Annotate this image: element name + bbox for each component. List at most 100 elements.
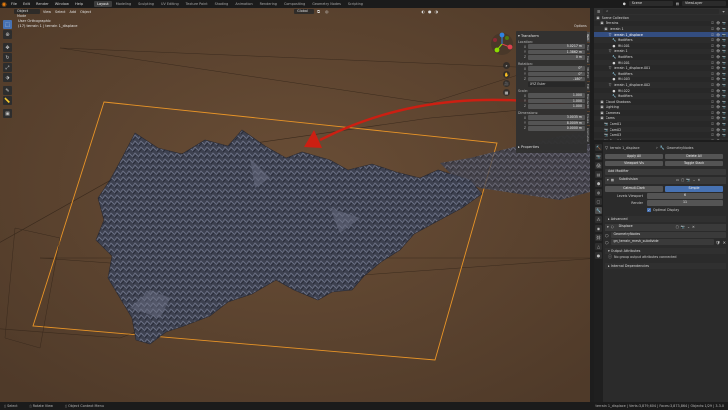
- menu-help[interactable]: Help: [72, 2, 86, 6]
- outliner-row[interactable]: 📷 Cam02 ☑ 👁 📷: [594, 126, 728, 133]
- checkbox-icon[interactable]: ☑: [711, 128, 714, 132]
- outliner-row[interactable]: 📷 Cam03 ☑ 👁 📷: [594, 132, 728, 138]
- mode-selector[interactable]: Object Mode: [14, 9, 40, 18]
- camera-icon[interactable]: 📷: [722, 72, 726, 76]
- view-layer-selector[interactable]: ViewLayer: [682, 1, 726, 6]
- select-box-icon[interactable]: ⬚: [3, 20, 12, 29]
- outliner-row[interactable]: 📷 Cam01 ☑ 👁 📷: [594, 121, 728, 127]
- render-levels-field[interactable]: 11: [647, 200, 723, 206]
- location-z-field[interactable]: 0 m: [528, 54, 585, 60]
- navigation-gizmo[interactable]: [490, 32, 514, 56]
- physics-tab-icon[interactable]: ◉: [595, 225, 602, 232]
- subdivision-modifier-header[interactable]: ▾ ▦ Subdivision ▭ ▢ 📷 ⌄ ✕: [605, 176, 726, 184]
- view-layer-tab-icon[interactable]: ▤: [595, 171, 602, 178]
- close-icon[interactable]: ✕: [692, 225, 695, 229]
- eye-icon[interactable]: 👁: [716, 139, 720, 140]
- eye-icon[interactable]: 👁: [716, 94, 720, 98]
- viewport-menu-view[interactable]: View: [43, 10, 51, 14]
- outliner-row[interactable]: 📷Cam04☑👁📷: [594, 138, 728, 140]
- sidebar-tab-3d-print[interactable]: 3D-Print: [586, 65, 590, 81]
- levels-viewport-field[interactable]: 6: [647, 193, 723, 199]
- catmull-clark-button[interactable]: Catmull-Clark: [605, 186, 663, 192]
- eye-icon[interactable]: 👁: [716, 44, 720, 48]
- constraints-tab-icon[interactable]: ⛓: [595, 234, 602, 241]
- outliner-row[interactable]: ▽ terrain 1_displace.001 ☑ 👁 📷: [594, 65, 728, 71]
- tab-scripting[interactable]: Scripting: [345, 1, 366, 7]
- eye-icon[interactable]: 👁: [716, 128, 720, 132]
- output-tab-icon[interactable]: 🖨: [595, 162, 602, 169]
- outliner-row[interactable]: ▣ Terrains ☑ 👁 📷: [594, 21, 728, 27]
- outliner-row[interactable]: ● Mtl.001 ☑ 👁 📷: [594, 59, 728, 66]
- eye-icon[interactable]: 👁: [716, 55, 720, 59]
- camera-icon[interactable]: 📷: [722, 21, 726, 25]
- object-tab-icon[interactable]: ▢: [595, 198, 602, 205]
- location-x-field[interactable]: 5.0217 m: [528, 44, 585, 49]
- outliner-search[interactable]: ⌕: [603, 9, 720, 14]
- viewport-menu-object[interactable]: Object: [80, 10, 91, 14]
- checkbox-icon[interactable]: ☑: [711, 122, 714, 126]
- add-modifier-button[interactable]: Add Modifier: [605, 169, 726, 175]
- eye-icon[interactable]: 👁: [716, 61, 720, 65]
- outliner-row[interactable]: ▽ terrain 1_displace ☑ 👁 📷: [594, 31, 728, 38]
- cursor-icon[interactable]: ⊕: [3, 30, 12, 39]
- tab-rendering[interactable]: Rendering: [257, 1, 280, 7]
- camera-icon[interactable]: 📷: [722, 49, 726, 53]
- eye-icon[interactable]: 👁: [716, 122, 720, 126]
- render-toggle-icon[interactable]: 📷: [681, 225, 685, 229]
- tool-tab-icon[interactable]: 🔨: [595, 144, 602, 151]
- render-tab-icon[interactable]: 📷: [595, 153, 602, 160]
- sidebar-tab-item[interactable]: Item: [586, 32, 590, 43]
- scale-z-field[interactable]: 1.000: [528, 104, 585, 109]
- overlays-icon[interactable]: ◐: [422, 9, 426, 14]
- sidebar-tab-edit[interactable]: Edit: [586, 81, 590, 92]
- camera-view-icon[interactable]: 🎥: [503, 80, 510, 87]
- checkbox-icon[interactable]: ☑: [711, 116, 714, 120]
- expand-icon[interactable]: ▾: [607, 178, 609, 182]
- move-icon[interactable]: ✥: [3, 43, 12, 52]
- optimal-display-checkbox[interactable]: ✓: [647, 208, 651, 212]
- simple-button[interactable]: Simple: [665, 186, 723, 192]
- checkbox-icon[interactable]: ☑: [711, 111, 714, 115]
- particles-tab-icon[interactable]: ⁂: [595, 216, 602, 223]
- transform-panel-header[interactable]: ▾ Transform: [518, 34, 585, 38]
- rotation-mode-select[interactable]: XYZ Euler: [528, 82, 585, 87]
- filter-icon[interactable]: ⏷: [722, 10, 725, 14]
- eye-icon[interactable]: 👁: [716, 72, 720, 76]
- render-toggle-icon[interactable]: 📷: [686, 178, 690, 182]
- eye-icon[interactable]: 👁: [716, 89, 720, 93]
- rotation-y-field[interactable]: 0°: [528, 71, 585, 77]
- sidebar-tab-view[interactable]: View: [586, 53, 590, 65]
- modifier-menu-icon[interactable]: ⌄: [693, 178, 696, 182]
- zoom-icon[interactable]: ⌕: [503, 62, 510, 69]
- checkbox-icon[interactable]: ☑: [711, 83, 714, 87]
- fake-user-icon[interactable]: 🛡: [716, 240, 721, 245]
- data-tab-icon[interactable]: △: [595, 243, 602, 250]
- viewport-vis-button[interactable]: Viewport Vis: [605, 160, 663, 167]
- shading-material-icon[interactable]: ◑: [435, 9, 439, 14]
- outliner-row[interactable]: ▣ terrain 1 ☑ 👁 📷: [594, 26, 728, 32]
- tab-modeling[interactable]: Modeling: [113, 1, 134, 7]
- checkbox-icon[interactable]: ☑: [711, 100, 714, 104]
- camera-icon[interactable]: 📷: [722, 133, 726, 137]
- scale-x-field[interactable]: 1.000: [528, 93, 585, 99]
- snap-icon[interactable]: ⧉: [317, 9, 320, 14]
- checkbox-icon[interactable]: ☑: [711, 72, 714, 76]
- camera-icon[interactable]: 📷: [722, 44, 726, 48]
- outliner-row[interactable]: ▽ terrain 1_displace.002 ☑ 👁 📷: [594, 82, 728, 88]
- measure-icon[interactable]: 📏: [3, 96, 12, 105]
- rotation-x-field[interactable]: 0°: [528, 66, 585, 71]
- checkbox-icon[interactable]: ☑: [711, 33, 714, 37]
- shading-solid-icon[interactable]: ●: [428, 9, 432, 14]
- eye-icon[interactable]: 👁: [716, 49, 720, 53]
- scene-collection-row[interactable]: ▣ Scene Collection: [594, 15, 728, 21]
- scene-selector[interactable]: Scene: [628, 1, 673, 6]
- checkbox-icon[interactable]: ☑: [711, 105, 714, 109]
- tab-layout[interactable]: Layout: [94, 1, 112, 7]
- 3d-viewport[interactable]: Object Mode View Select Add Object Global ⧉…: [0, 8, 590, 402]
- camera-icon[interactable]: 📷: [722, 116, 726, 120]
- geometry-nodes-modifier-header[interactable]: ▾ ⬡ Displace ▢ 📷 ⌄ ✕: [605, 223, 726, 231]
- camera-icon[interactable]: 📷: [722, 94, 726, 98]
- modifier-menu-icon[interactable]: ⌄: [687, 225, 690, 229]
- sidebar-tab-create[interactable]: Create: [586, 111, 590, 126]
- checkbox-icon[interactable]: ☑: [711, 66, 714, 70]
